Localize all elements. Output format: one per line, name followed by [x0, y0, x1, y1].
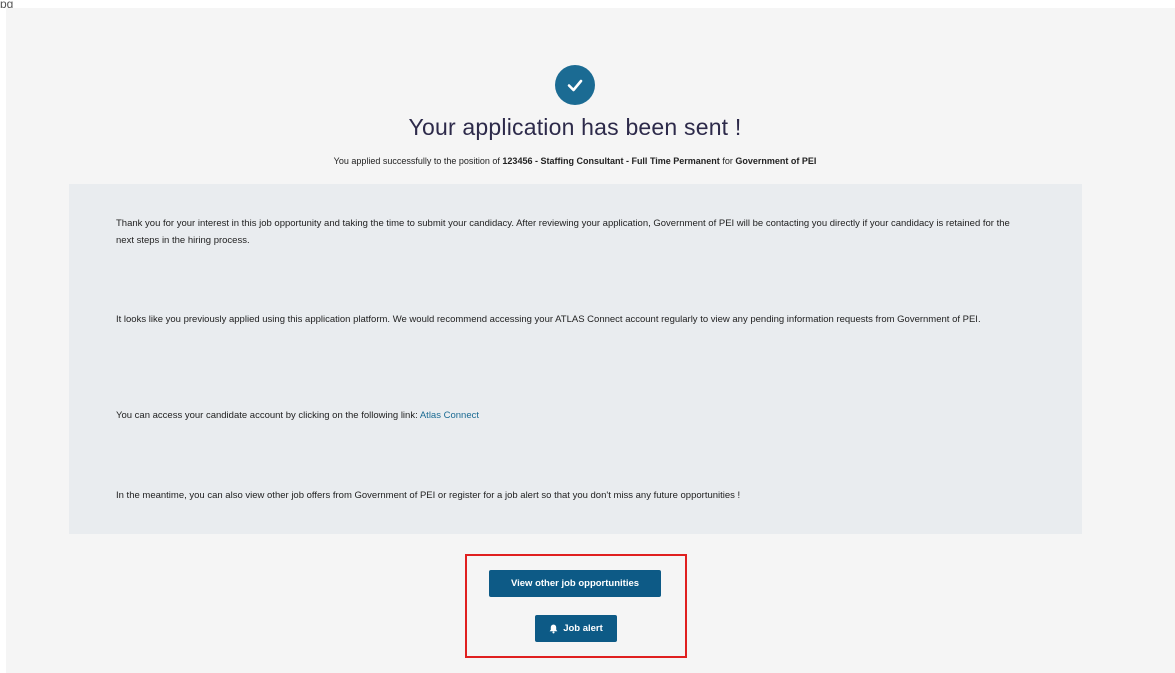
account-access-message: You can access your candidate account by… — [116, 407, 1016, 424]
page-edge-text: pg — [0, 0, 14, 8]
message-panel: Thank you for your interest in this job … — [69, 184, 1082, 534]
position-name: 123456 - Staffing Consultant - Full Time… — [502, 156, 720, 166]
view-other-jobs-button[interactable]: View other job opportunities — [489, 570, 661, 597]
thank-you-message: Thank you for your interest in this job … — [116, 218, 1010, 246]
confirmation-subtitle: You applied successfully to the position… — [6, 156, 1144, 166]
organization-name: Government of PEI — [735, 156, 817, 166]
job-alert-label: Job alert — [563, 623, 603, 634]
atlas-connect-link[interactable]: Atlas Connect — [420, 410, 479, 421]
confirmation-page: Your application has been sent ! You app… — [6, 8, 1175, 673]
page-title: Your application has been sent ! — [408, 114, 742, 140]
view-other-jobs-label: View other job opportunities — [510, 578, 640, 589]
job-alert-button[interactable]: Job alert — [535, 615, 617, 642]
meantime-message: In the meantime, you can also view other… — [116, 490, 741, 501]
subtitle-prefix: You applied successfully to the position… — [333, 156, 503, 166]
bell-icon — [549, 624, 558, 634]
account-access-text: You can access your candidate account by… — [116, 410, 420, 421]
check-circle-icon — [555, 65, 595, 105]
previous-application-message: It looks like you previously applied usi… — [116, 314, 981, 325]
subtitle-middle: for — [719, 156, 736, 166]
